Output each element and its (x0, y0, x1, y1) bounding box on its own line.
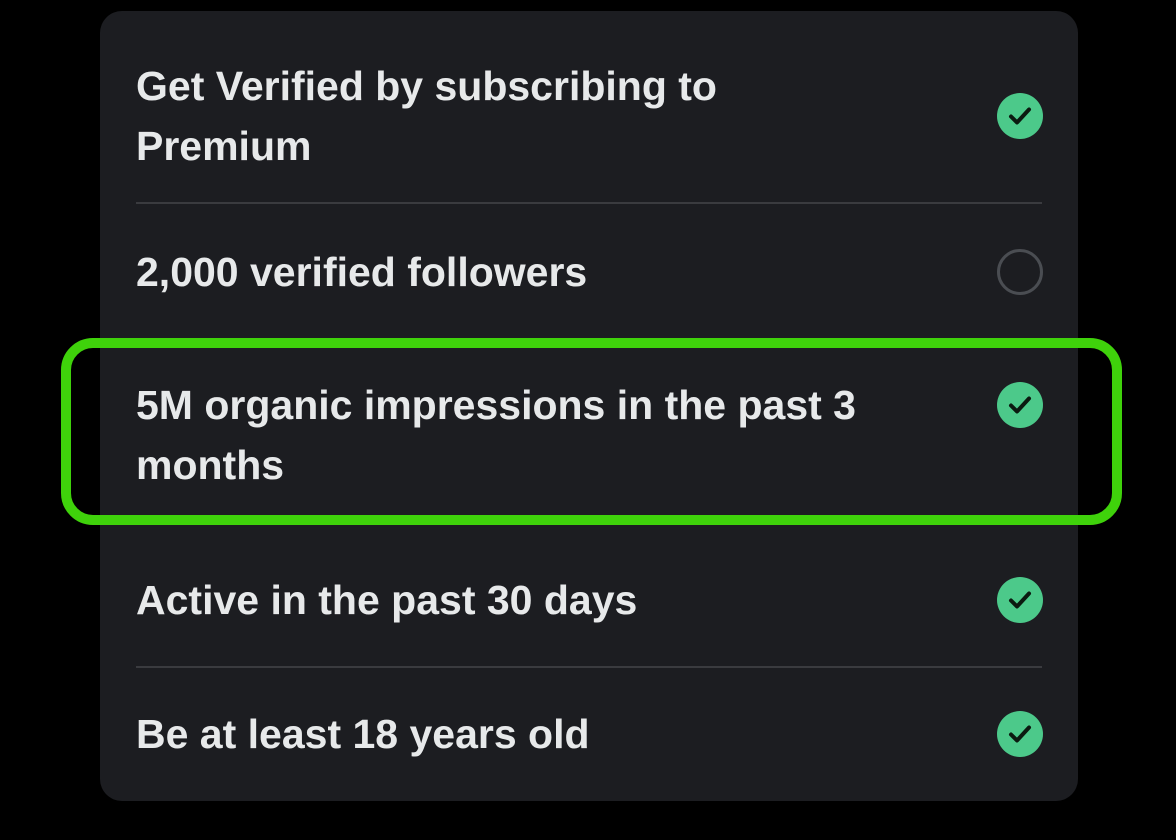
requirement-label: Active in the past 30 days (136, 577, 638, 623)
empty-circle-icon (997, 249, 1043, 295)
check-circle-icon (997, 93, 1043, 139)
requirement-label: Be at least 18 years old (136, 711, 590, 757)
highlight-outline (61, 338, 1122, 525)
requirement-row-age: Be at least 18 years old (136, 704, 1043, 764)
requirement-row-premium: Get Verified by subscribing to Premium (136, 56, 1043, 176)
check-circle-icon (997, 711, 1043, 757)
check-circle-icon (997, 577, 1043, 623)
requirement-label: 2,000 verified followers (136, 249, 588, 295)
divider (136, 666, 1042, 668)
requirement-row-followers: 2,000 verified followers (136, 242, 1043, 302)
divider (136, 202, 1042, 204)
requirement-row-active: Active in the past 30 days (136, 570, 1043, 630)
requirement-label: Get Verified by subscribing to Premium (136, 63, 717, 169)
